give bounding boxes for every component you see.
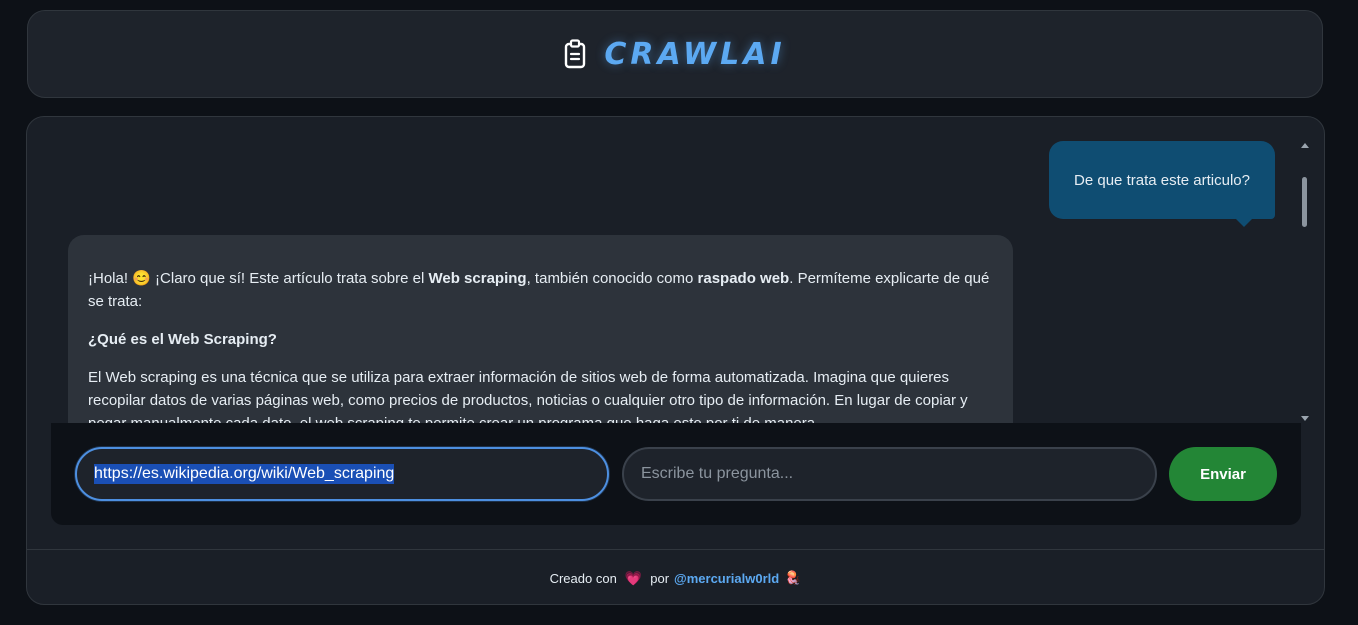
send-button-label: Enviar	[1200, 465, 1246, 483]
bot-text: , también conocido como	[526, 270, 698, 287]
question-input-placeholder: Escribe tu pregunta...	[641, 465, 794, 482]
app-header: CRAWLAI	[27, 10, 1323, 98]
scrollbar-thumb[interactable]	[1302, 177, 1307, 227]
clipboard-icon	[565, 39, 586, 69]
author-link[interactable]: @mercurialw0rld	[674, 571, 779, 586]
user-message-text: De que trata este articulo?	[1074, 171, 1250, 189]
url-input[interactable]: https://es.wikipedia.org/wiki/Web_scrapi…	[75, 447, 609, 501]
brand: CRAWLAI	[564, 37, 785, 72]
user-message-bubble: De que trata este articulo?	[1049, 141, 1275, 227]
smile-emoji-icon: 😊	[132, 270, 151, 287]
input-bar: https://es.wikipedia.org/wiki/Web_scrapi…	[51, 423, 1301, 525]
bot-text: ¡Hola!	[88, 270, 133, 287]
bot-message-heading: ¿Qué es el Web Scraping?	[88, 331, 277, 348]
bot-message-paragraph: ¡Hola! 😊 ¡Claro que sí! Este artículo tr…	[88, 267, 993, 313]
bot-message-bubble: ¡Hola! 😊 ¡Claro que sí! Este artículo tr…	[68, 235, 1013, 423]
bot-bold-text: raspado web	[697, 270, 790, 287]
url-input-value: https://es.wikipedia.org/wiki/Web_scrapi…	[94, 464, 395, 484]
footer: Creado con 💗 por @mercurialw0rld 🪼	[27, 549, 1324, 604]
app-title: CRAWLAI	[604, 36, 786, 72]
chat-scrollbar[interactable]	[1298, 141, 1312, 425]
bot-text: ¡Claro que sí! Este artículo trata sobre…	[150, 270, 429, 287]
jellyfish-icon: 🪼	[785, 570, 802, 585]
heart-icon: 💗	[624, 569, 643, 586]
send-button[interactable]: Enviar	[1169, 447, 1277, 501]
bubble-tail	[1235, 218, 1253, 227]
chat-messages[interactable]: De que trata este articulo? ¡Hola! 😊 ¡Cl…	[27, 139, 1299, 423]
bot-message-paragraph: El Web scraping es una técnica que se ut…	[88, 369, 968, 423]
footer-prefix: Creado con	[549, 570, 617, 586]
question-input[interactable]: Escribe tu pregunta...	[622, 447, 1157, 501]
scroll-down-arrow-icon[interactable]	[1301, 416, 1309, 421]
footer-by: por	[650, 570, 670, 586]
bot-bold-text: Web scraping	[428, 270, 527, 287]
scroll-up-arrow-icon[interactable]	[1301, 143, 1309, 148]
chat-panel: De que trata este articulo? ¡Hola! 😊 ¡Cl…	[26, 116, 1325, 605]
